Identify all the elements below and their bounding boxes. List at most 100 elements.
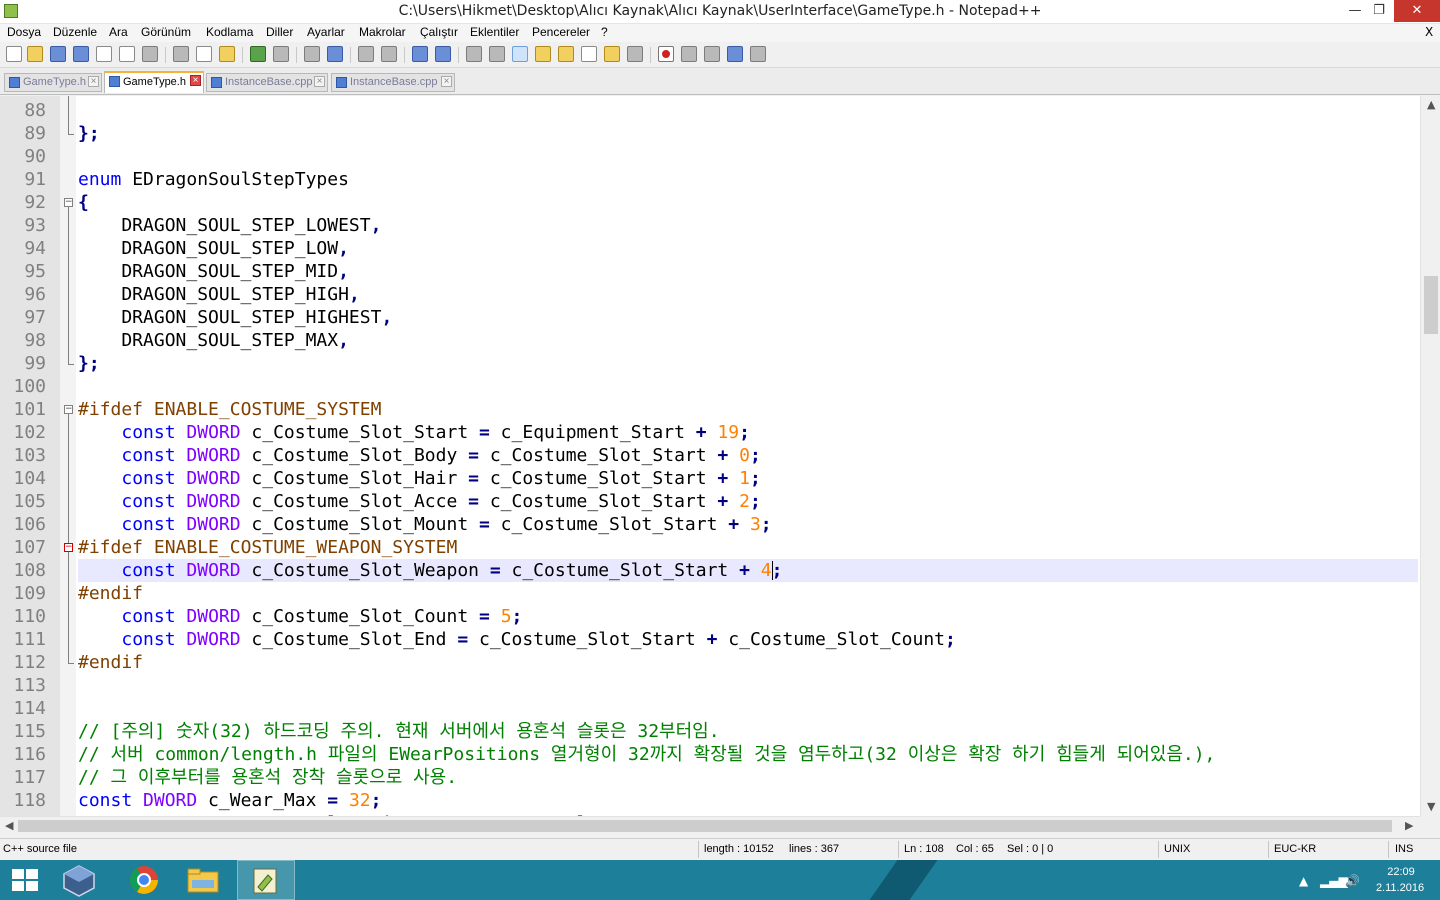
code-line[interactable]: 99}; bbox=[0, 352, 1420, 375]
horizontal-scrollbar[interactable]: ◀ ▶ bbox=[0, 816, 1420, 834]
code-text[interactable]: const DWORD c_Costume_Slot_Weapon = c_Co… bbox=[78, 559, 1418, 582]
taskbar-chrome[interactable] bbox=[117, 860, 171, 900]
code-text[interactable]: const DWORD c_Costume_Slot_Body = c_Cost… bbox=[78, 444, 1418, 467]
code-text[interactable]: const DWORD c_Costume_Slot_Mount = c_Cos… bbox=[78, 513, 1418, 536]
code-text[interactable] bbox=[78, 697, 1418, 720]
code-text[interactable]: DRAGON_SOUL_STEP_HIGH, bbox=[78, 283, 1418, 306]
code-line[interactable]: 93 DRAGON_SOUL_STEP_LOWEST, bbox=[0, 214, 1420, 237]
code-line[interactable]: 97 DRAGON_SOUL_STEP_HIGHEST, bbox=[0, 306, 1420, 329]
save-macro-icon[interactable] bbox=[750, 46, 766, 62]
close-document-button[interactable]: X bbox=[1425, 25, 1433, 39]
code-line[interactable]: 96 DRAGON_SOUL_STEP_HIGH, bbox=[0, 283, 1420, 306]
code-text[interactable]: #ifdef ENABLE_COSTUME_WEAPON_SYSTEM bbox=[78, 536, 1418, 559]
code-editor[interactable]: 88 89}; 90 91 enum EDragonSoulStepTypes 92{93… bbox=[0, 96, 1420, 816]
scroll-left-icon[interactable]: ◀ bbox=[5, 819, 13, 832]
tab-close-icon[interactable]: × bbox=[190, 75, 201, 86]
indent-guide-icon[interactable] bbox=[512, 46, 528, 62]
zoom-out-icon[interactable] bbox=[381, 46, 397, 62]
code-text[interactable] bbox=[78, 375, 1418, 398]
record-macro-icon[interactable] bbox=[658, 46, 674, 62]
replace-icon[interactable] bbox=[327, 46, 343, 62]
tray-expand-icon[interactable]: ▲ bbox=[1299, 874, 1308, 888]
code-line[interactable]: 118 const DWORD c_Wear_Max = 32; bbox=[0, 789, 1420, 812]
sync-vertical-icon[interactable] bbox=[412, 46, 428, 62]
menu-ayarlar[interactable]: Ayarlar bbox=[307, 25, 345, 39]
code-text[interactable]: #ifdef ENABLE_COSTUME_SYSTEM bbox=[78, 398, 1418, 421]
redo-icon[interactable] bbox=[273, 46, 289, 62]
code-line[interactable]: 111 const DWORD c_Costume_Slot_End = c_C… bbox=[0, 628, 1420, 651]
code-text[interactable]: #endif bbox=[78, 582, 1418, 605]
code-text[interactable]: #endif bbox=[78, 651, 1418, 674]
save-all-icon[interactable] bbox=[73, 46, 89, 62]
code-line[interactable]: 110 const DWORD c_Costume_Slot_Count = 5… bbox=[0, 605, 1420, 628]
tab-instancebase-cpp-2[interactable]: InstanceBase.cpp × bbox=[331, 73, 455, 92]
taskbar-file-explorer[interactable] bbox=[176, 860, 230, 900]
status-encoding[interactable]: EUC-KR bbox=[1274, 843, 1316, 855]
sync-horizontal-icon[interactable] bbox=[435, 46, 451, 62]
code-line[interactable]: 90 bbox=[0, 145, 1420, 168]
function-list-icon[interactable] bbox=[581, 46, 597, 62]
fold-toggle-icon[interactable]: − bbox=[64, 543, 73, 552]
show-all-chars-icon[interactable] bbox=[489, 46, 505, 62]
menu-makrolar[interactable]: Makrolar bbox=[359, 25, 406, 39]
cut-icon[interactable] bbox=[173, 46, 189, 62]
menu-gorunum[interactable]: Görünüm bbox=[141, 25, 191, 39]
code-text[interactable]: // 그 이후부터를 용혼석 장착 슬롯으로 사용. bbox=[78, 766, 1418, 789]
scroll-up-icon[interactable]: ▲ bbox=[1427, 98, 1435, 111]
word-wrap-icon[interactable] bbox=[466, 46, 482, 62]
code-text[interactable]: DRAGON_SOUL_STEP_HIGHEST, bbox=[78, 306, 1418, 329]
code-line[interactable]: 89}; bbox=[0, 122, 1420, 145]
start-button[interactable] bbox=[0, 860, 50, 900]
tab-close-icon[interactable]: × bbox=[88, 76, 99, 87]
menu-help[interactable]: ? bbox=[601, 25, 608, 39]
code-text[interactable]: const DWORD c_Costume_Slot_Hair = c_Cost… bbox=[78, 467, 1418, 490]
scroll-down-icon[interactable]: ▼ bbox=[1427, 800, 1435, 813]
code-text[interactable]: DRAGON_SOUL_STEP_LOW, bbox=[78, 237, 1418, 260]
vertical-scroll-thumb[interactable] bbox=[1424, 276, 1438, 334]
define-language-icon[interactable] bbox=[535, 46, 551, 62]
code-line[interactable]: 94 DRAGON_SOUL_STEP_LOW, bbox=[0, 237, 1420, 260]
code-text[interactable]: const DWORD c_Wear_Max = 32; bbox=[78, 789, 1418, 812]
code-text[interactable]: DRAGON_SOUL_STEP_LOWEST, bbox=[78, 214, 1418, 237]
zoom-in-icon[interactable] bbox=[358, 46, 374, 62]
tab-instancebase-cpp-1[interactable]: InstanceBase.cpp × bbox=[206, 73, 328, 92]
fold-toggle-icon[interactable]: − bbox=[64, 198, 73, 207]
tab-gametype-h-1[interactable]: GameType.h × bbox=[4, 73, 102, 92]
vertical-scrollbar[interactable]: ▲ ▼ bbox=[1420, 96, 1440, 816]
code-line[interactable]: 106 const DWORD c_Costume_Slot_Mount = c… bbox=[0, 513, 1420, 536]
network-signal-icon[interactable]: ▂▄▆ bbox=[1320, 874, 1348, 888]
monitoring-icon[interactable] bbox=[627, 46, 643, 62]
code-text[interactable]: }; bbox=[78, 122, 1418, 145]
code-line[interactable]: 108 const DWORD c_Costume_Slot_Weapon = … bbox=[0, 559, 1420, 582]
code-text[interactable]: // [주의] 숫자(32) 하드코딩 주의. 현재 서버에서 용혼석 슬롯은 … bbox=[78, 720, 1418, 743]
doc-map-icon[interactable] bbox=[558, 46, 574, 62]
code-line[interactable]: 103 const DWORD c_Costume_Slot_Body = c_… bbox=[0, 444, 1420, 467]
stop-macro-icon[interactable] bbox=[681, 46, 697, 62]
maximize-button[interactable]: ❐ bbox=[1364, 0, 1394, 22]
code-text[interactable]: DRAGON_SOUL_STEP_MAX, bbox=[78, 329, 1418, 352]
menu-ara[interactable]: Ara bbox=[109, 25, 128, 39]
status-insert-mode[interactable]: INS bbox=[1395, 843, 1413, 855]
scroll-right-icon[interactable]: ▶ bbox=[1405, 819, 1413, 832]
code-text[interactable]: const DWORD c_Costume_Slot_End = c_Costu… bbox=[78, 628, 1418, 651]
code-text[interactable] bbox=[78, 145, 1418, 168]
menu-eklentiler[interactable]: Eklentiler bbox=[470, 25, 519, 39]
run-macro-multiple-icon[interactable] bbox=[727, 46, 743, 62]
menu-calistir[interactable]: Çalıştır bbox=[420, 25, 458, 39]
code-text[interactable]: enum EDragonSoulStepTypes bbox=[78, 168, 1418, 191]
code-text[interactable]: DRAGON_SOUL_STEP_MID, bbox=[78, 260, 1418, 283]
menu-dosya[interactable]: Dosya bbox=[7, 25, 41, 39]
code-line[interactable]: 117 // 그 이후부터를 용혼석 장착 슬롯으로 사용. bbox=[0, 766, 1420, 789]
print-icon[interactable] bbox=[142, 46, 158, 62]
tab-gametype-h-2[interactable]: GameType.h × bbox=[104, 71, 204, 93]
menu-kodlama[interactable]: Kodlama bbox=[206, 25, 253, 39]
code-line[interactable]: 113 bbox=[0, 674, 1420, 697]
code-text[interactable]: // 서버 common/length.h 파일의 EWearPositions… bbox=[78, 743, 1418, 766]
horizontal-scroll-thumb[interactable] bbox=[18, 820, 1392, 832]
code-line[interactable]: 100 bbox=[0, 375, 1420, 398]
code-text[interactable]: { bbox=[78, 191, 1418, 214]
code-line[interactable]: 116 // 서버 common/length.h 파일의 EWearPositi… bbox=[0, 743, 1420, 766]
tab-close-icon[interactable]: × bbox=[441, 76, 452, 87]
code-text[interactable]: const DWORD c_Costume_Slot_Acce = c_Cost… bbox=[78, 490, 1418, 513]
code-line[interactable]: 102 const DWORD c_Costume_Slot_Start = c… bbox=[0, 421, 1420, 444]
